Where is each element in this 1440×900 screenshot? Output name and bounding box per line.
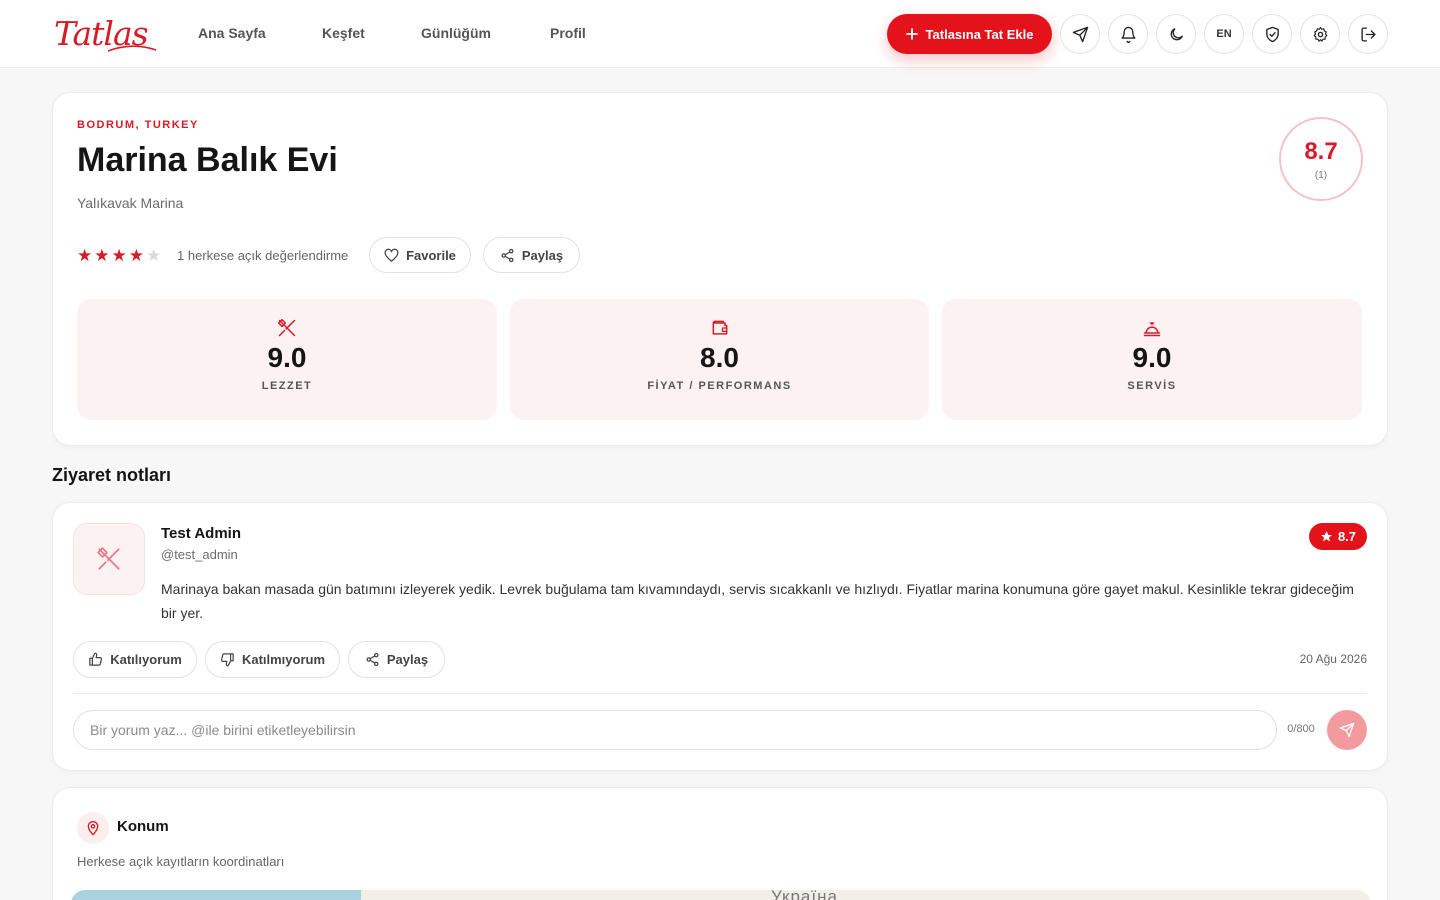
share-note-label: Paylaş (386, 652, 429, 667)
wallet-icon (712, 320, 727, 335)
disagree-label: Katılmıyorum (241, 652, 326, 667)
plus-icon (905, 28, 918, 40)
overall-rating-count: (1) (1314, 169, 1328, 181)
location-pin-badge (77, 812, 109, 844)
metric-taste-value: 9.0 (267, 342, 307, 373)
comment-char-counter: 0/800 (1287, 723, 1315, 735)
notifications-button[interactable] (1108, 14, 1148, 54)
bell-icon (1120, 26, 1136, 43)
nav-profile[interactable]: Profil (550, 25, 586, 41)
logout-button[interactable] (1348, 14, 1388, 54)
heart-icon (384, 248, 399, 262)
map-country-label: Україна (771, 890, 838, 900)
brand-logo[interactable]: Tatlas (54, 14, 157, 53)
visit-date: 20 Ağu 2026 (1299, 652, 1367, 666)
nav-journal[interactable]: Günlüğüm (421, 25, 491, 41)
send-icon (1339, 722, 1355, 738)
comment-input[interactable] (73, 710, 1277, 750)
favorite-button[interactable]: Favorile (369, 237, 471, 273)
nav-explore[interactable]: Keşfet (322, 25, 365, 41)
location-subtitle: Herkese açık kayıtların koordinatları (77, 854, 285, 869)
thumbs-down-icon (220, 653, 234, 667)
star-filled-icon: ★ (94, 246, 110, 265)
share-place-button[interactable]: Paylaş (483, 237, 580, 273)
star-rating: ★ ★ ★ ★ ★ (77, 247, 161, 265)
thumbs-up-icon (89, 652, 103, 666)
nav-home[interactable]: Ana Sayfa (198, 25, 266, 41)
shield-check-icon (1265, 26, 1279, 42)
visit-note-text: Marinaya bakan masada gün batımını izley… (161, 581, 1354, 621)
metric-taste-label: LEZZET (261, 380, 313, 392)
top-navigation-bar: Tatlas Ana Sayfa Keşfet Günlüğüm Profil … (0, 0, 1440, 68)
add-taste-label: Tatlasına Tat Ekle (925, 26, 1034, 42)
agree-label: Katılıyorum (110, 652, 182, 667)
public-rating-count: 1 herkese açık değerlendirme (177, 248, 349, 263)
share-note-button[interactable]: Paylaş (348, 641, 445, 678)
add-taste-button[interactable]: Tatlasına Tat Ekle (887, 14, 1052, 54)
theme-toggle-button[interactable] (1156, 14, 1196, 54)
place-name: Marina Balık Evi (77, 141, 338, 179)
location-card: Konum Herkese açık kayıtların koordinatl… (52, 787, 1388, 900)
settings-button[interactable] (1300, 14, 1340, 54)
map-pin-icon (87, 821, 99, 836)
disagree-button[interactable]: Katılmıyorum (205, 641, 340, 678)
metric-price-label: FİYAT / PERFORMANS (647, 380, 792, 392)
overall-score-ring: 8.7 (1) (1279, 117, 1363, 201)
overall-score-value: 8.7 (1304, 137, 1338, 165)
metric-service-label: SERVİS (1127, 380, 1177, 392)
share-place-label: Paylaş (521, 247, 564, 263)
location-map[interactable]: Україна (71, 890, 1371, 900)
metric-price-performance: 8.0 FİYAT / PERFORMANS (510, 299, 929, 420)
avatar[interactable] (73, 523, 145, 595)
moon-icon (1170, 27, 1183, 40)
star-icon (1321, 531, 1332, 542)
star-filled-icon: ★ (128, 246, 144, 265)
place-location: BODRUM, TURKEY (77, 119, 199, 131)
utensils-placeholder-icon (97, 547, 120, 570)
messages-button[interactable] (1060, 14, 1100, 54)
divider (73, 693, 1367, 694)
reviewer-name[interactable]: Test Admin (161, 525, 241, 542)
visit-notes-heading: Ziyaret notları (52, 465, 172, 485)
cloche-icon (1143, 322, 1161, 337)
logout-icon (1360, 26, 1376, 42)
language-button[interactable]: EN (1204, 14, 1244, 54)
share-icon (501, 248, 514, 262)
visit-score-value: 8.7 (1337, 529, 1357, 544)
metric-service: 9.0 SERVİS (942, 299, 1362, 420)
map-sea-area (71, 890, 361, 900)
send-comment-button[interactable] (1327, 710, 1367, 750)
agree-button[interactable]: Katılıyorum (73, 641, 197, 678)
place-area: Yalıkavak Marina (77, 195, 184, 211)
logo-swash-icon (107, 45, 157, 52)
metric-price-value: 8.0 (700, 342, 739, 373)
star-empty-icon: ★ (146, 246, 162, 265)
privacy-button[interactable] (1252, 14, 1292, 54)
send-icon (1072, 26, 1088, 42)
language-label: EN (1216, 28, 1232, 40)
location-title: Konum (117, 818, 169, 835)
place-summary-card: BODRUM, TURKEY Marina Balık Evi Yalıkava… (52, 92, 1388, 446)
star-filled-icon: ★ (111, 246, 127, 265)
reviewer-handle[interactable]: @test_admin (161, 547, 238, 562)
visit-note-card: Test Admin @test_admin 8.7 Marinaya baka… (52, 502, 1388, 771)
gear-icon (1313, 26, 1327, 42)
visit-score-badge: 8.7 (1309, 523, 1367, 550)
metric-taste: 9.0 LEZZET (77, 299, 497, 420)
metric-service-value: 9.0 (1132, 342, 1172, 373)
favorite-label: Favorile (406, 247, 456, 263)
share-icon (366, 652, 379, 667)
star-filled-icon: ★ (77, 246, 93, 265)
utensils-icon (277, 318, 296, 337)
